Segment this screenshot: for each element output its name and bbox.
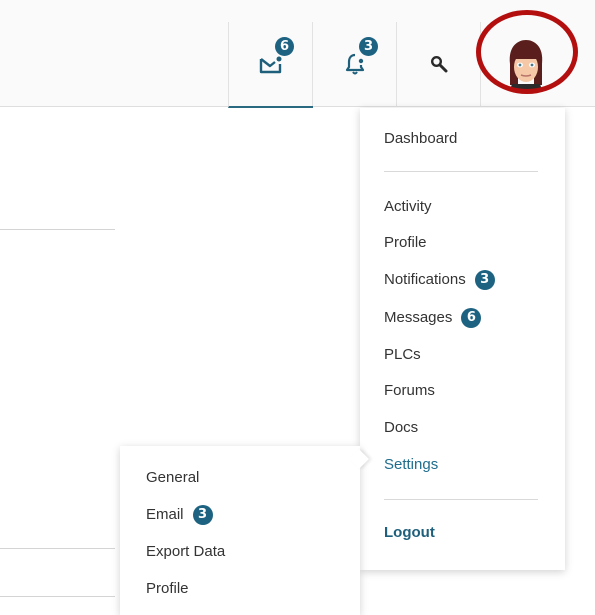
account-dropdown-menu: Dashboard Activity Profile Notifications… xyxy=(360,108,565,570)
bell-icon xyxy=(345,53,365,75)
divider xyxy=(0,229,115,230)
menu-item-settings[interactable]: Settings xyxy=(384,454,438,476)
submenu-item-email[interactable]: Email 3 xyxy=(146,504,213,526)
menu-item-label: Forums xyxy=(384,382,435,399)
envelope-icon xyxy=(259,56,282,74)
submenu-item-label: Export Data xyxy=(146,543,226,560)
menu-item-notifications[interactable]: Notifications 3 xyxy=(384,269,495,291)
menu-item-profile[interactable]: Profile xyxy=(384,232,427,254)
menu-item-messages[interactable]: Messages 6 xyxy=(384,307,482,329)
notifications-button[interactable]: 3 xyxy=(312,22,397,106)
settings-submenu: General Email 3 Export Data Profile xyxy=(120,446,360,615)
menu-item-label: Messages xyxy=(384,309,453,326)
menu-item-label: Dashboard xyxy=(384,130,458,147)
submenu-item-profile[interactable]: Profile xyxy=(146,578,189,600)
menu-item-label: Settings xyxy=(384,456,439,473)
submenu-item-label: General xyxy=(146,469,200,486)
logout-link[interactable]: Logout xyxy=(384,522,435,544)
menu-item-dashboard[interactable]: Dashboard xyxy=(384,128,457,150)
submenu-item-general[interactable]: General xyxy=(146,467,199,489)
top-bar: 6 3 xyxy=(0,0,595,108)
menu-item-label: PLCs xyxy=(384,346,421,363)
menu-item-docs[interactable]: Docs xyxy=(384,417,418,439)
menu-item-label: Notifications xyxy=(384,271,466,288)
submenu-item-label: Profile xyxy=(146,580,189,597)
email-badge: 3 xyxy=(192,505,213,525)
menu-item-activity[interactable]: Activity xyxy=(384,196,432,218)
menu-item-plcs[interactable]: PLCs xyxy=(384,344,421,366)
menu-item-forums[interactable]: Forums xyxy=(384,380,435,402)
submenu-item-label: Email xyxy=(146,506,184,523)
menu-item-label: Docs xyxy=(384,419,419,436)
menu-item-label: Activity xyxy=(384,198,432,215)
messages-badge: 6 xyxy=(461,308,482,328)
messages-count-badge: 6 xyxy=(275,37,294,56)
avatar-highlight-ring xyxy=(476,10,578,94)
divider xyxy=(0,548,115,549)
menu-separator xyxy=(384,499,538,500)
notifications-count-badge: 3 xyxy=(359,37,378,56)
search-button[interactable] xyxy=(396,22,481,106)
menu-separator xyxy=(384,171,538,172)
menu-item-label: Profile xyxy=(384,234,427,251)
notifications-badge: 3 xyxy=(474,270,495,290)
search-icon xyxy=(430,55,448,73)
divider xyxy=(0,596,115,597)
submenu-item-export-data[interactable]: Export Data xyxy=(146,541,225,563)
messages-button[interactable]: 6 xyxy=(228,22,313,108)
menu-item-label: Logout xyxy=(384,524,435,541)
